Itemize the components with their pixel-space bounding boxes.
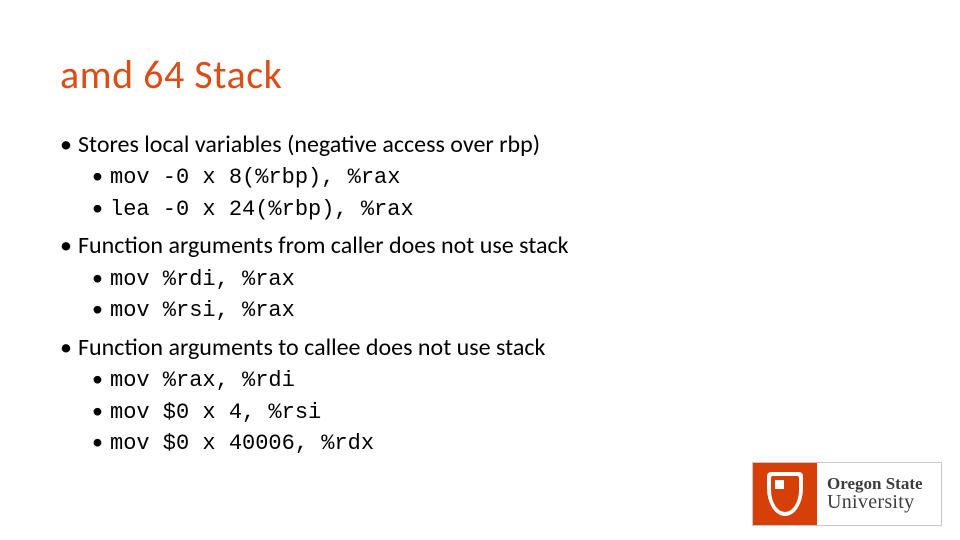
slide-title: amd 64 Stack bbox=[60, 50, 900, 99]
bullet-level1: •Stores local variables (negative access… bbox=[60, 129, 900, 160]
bullet-text: lea -0 x 24(%rbp), %rax bbox=[110, 197, 414, 222]
bullet-level2: •mov $0 x 4, %rsi bbox=[92, 397, 900, 428]
logo-line1: Oregon State bbox=[827, 475, 941, 493]
bullet-level2: •mov $0 x 40006, %rdx bbox=[92, 428, 900, 459]
bullet-text: mov $0 x 4, %rsi bbox=[110, 400, 321, 425]
bullet-level1: •Function arguments to callee does not u… bbox=[60, 332, 900, 363]
bullet-text: mov $0 x 40006, %rdx bbox=[110, 431, 374, 456]
slide-content: •Stores local variables (negative access… bbox=[60, 129, 900, 459]
bullet-level2: •mov %rsi, %rax bbox=[92, 295, 900, 326]
logo-text: Oregon State University bbox=[817, 463, 941, 525]
bullet-level2: •lea -0 x 24(%rbp), %rax bbox=[92, 194, 900, 225]
logo-line2: University bbox=[827, 492, 941, 513]
bullet-text: Function arguments from caller does not … bbox=[78, 231, 569, 260]
bullet-text: mov %rdi, %rax bbox=[110, 267, 295, 292]
bullet-level2: •mov -0 x 8(%rbp), %rax bbox=[92, 162, 900, 193]
bullet-text: Stores local variables (negative access … bbox=[78, 130, 540, 159]
bullet-text: mov %rax, %rdi bbox=[110, 368, 295, 393]
bullet-text: Function arguments to callee does not us… bbox=[78, 333, 545, 362]
shield-icon bbox=[767, 472, 803, 516]
bullet-level2: •mov %rdi, %rax bbox=[92, 264, 900, 295]
university-logo: Oregon State University bbox=[752, 462, 942, 526]
bullet-text: mov -0 x 8(%rbp), %rax bbox=[110, 165, 400, 190]
logo-badge bbox=[753, 463, 817, 525]
slide: amd 64 Stack •Stores local variables (ne… bbox=[0, 0, 960, 540]
bullet-level2: •mov %rax, %rdi bbox=[92, 365, 900, 396]
bullet-text: mov %rsi, %rax bbox=[110, 298, 295, 323]
bullet-level1: •Function arguments from caller does not… bbox=[60, 230, 900, 261]
